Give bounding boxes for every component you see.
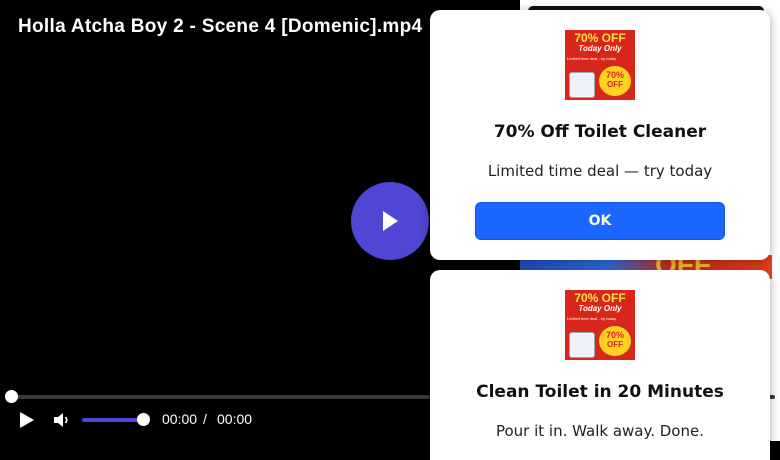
volume-handle[interactable] [137, 413, 150, 426]
popup-text: Pour it in. Walk away. Done. [495, 422, 704, 440]
play-icon [20, 412, 34, 428]
popup-card: 70% OFF Today Only Limited time deal - t… [430, 10, 770, 260]
ok-button[interactable]: OK [475, 202, 725, 240]
big-play-button[interactable] [351, 182, 429, 260]
popup-text: Limited time deal — try today [487, 162, 713, 180]
popup-title: Clean Toilet in 20 Minutes [476, 382, 724, 402]
ad-image: 70% OFF Today Only Limited time deal - t… [565, 290, 635, 360]
play-icon [383, 211, 398, 231]
popup-card: 70% OFF Today Only Limited time deal - t… [430, 270, 770, 460]
play-button[interactable] [18, 410, 36, 434]
speaker-icon [54, 413, 68, 427]
volume-slider[interactable] [82, 418, 144, 422]
video-title: Holla Atcha Boy 2 - Scene 4 [Domenic].mp… [18, 16, 423, 37]
ad-image: 70% OFF Today Only Limited time deal - t… [565, 30, 635, 100]
popup-title: 70% Off Toilet Cleaner [493, 122, 707, 142]
progress-handle[interactable] [5, 390, 18, 403]
duration: 00:00 [217, 411, 253, 427]
current-time: 00:00 [162, 411, 198, 427]
time-separator: / [203, 411, 207, 427]
volume-button[interactable] [52, 411, 72, 433]
